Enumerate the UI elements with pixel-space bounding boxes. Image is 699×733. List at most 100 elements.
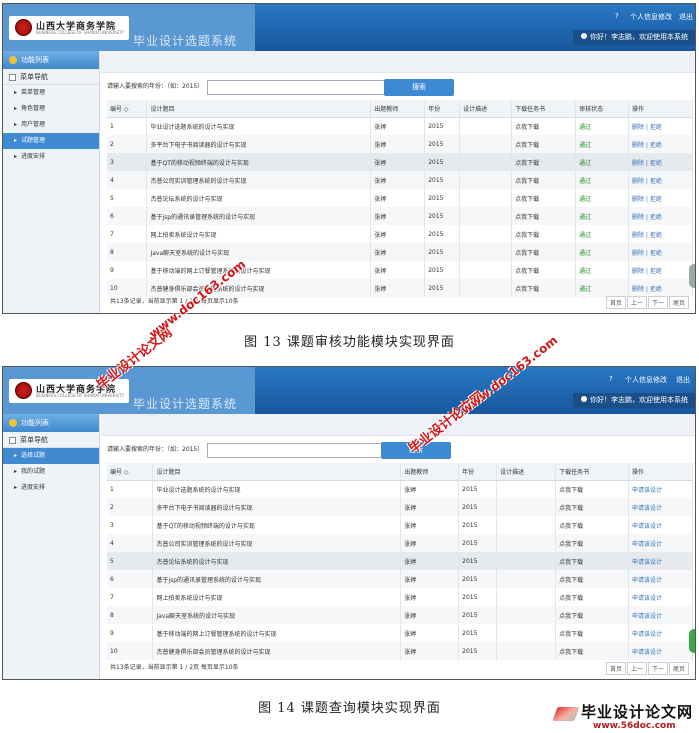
sidebar-item-schedule[interactable]: 进度安排 xyxy=(3,149,99,165)
logout-link[interactable]: 退出 xyxy=(679,12,693,22)
column-header: 年份 xyxy=(424,100,461,118)
menu-nav-title[interactable]: 菜单导航 xyxy=(3,432,99,448)
cell-action[interactable]: 申请该设计 xyxy=(628,498,694,516)
logout-link[interactable]: 退出 xyxy=(676,375,690,385)
search-input[interactable] xyxy=(207,442,386,458)
cell-action[interactable]: 申请该设计 xyxy=(628,552,694,570)
cell-id: 10 xyxy=(107,279,148,297)
cell-action[interactable]: 申请该设计 xyxy=(628,570,694,588)
profile-link[interactable]: 个人信息修改 xyxy=(625,375,667,385)
menu-nav-title[interactable]: 菜单导航 xyxy=(3,69,99,85)
cell-title: 杰普公司实训管理系统的设计与实现 xyxy=(152,534,402,552)
prev-page-button[interactable]: 上一 xyxy=(626,662,647,675)
cell-download[interactable]: 点我下载 xyxy=(555,552,629,570)
search-button[interactable]: 搜索 xyxy=(384,79,454,96)
sidebar-item-user-management[interactable]: 用户管理 xyxy=(3,117,99,133)
cell-action[interactable]: 删除 | 拒绝 xyxy=(628,243,693,261)
cell-status: 通过 xyxy=(575,279,630,297)
sidebar-item-role-management[interactable]: 角色管理 xyxy=(3,101,99,117)
cell-download[interactable]: 点我下载 xyxy=(555,642,629,660)
sidebar-item-schedule[interactable]: 进度安排 xyxy=(3,480,99,496)
column-header: 下载任务书 xyxy=(511,100,577,118)
sidebar-item-menu-management[interactable]: 菜单管理 xyxy=(3,85,99,101)
cell-download[interactable]: 点我下载 xyxy=(555,516,629,534)
cell-action[interactable]: 申请该设计 xyxy=(628,642,694,660)
cell-download[interactable]: 点我下载 xyxy=(555,588,629,606)
cell-download[interactable]: 点我下载 xyxy=(555,624,629,642)
cell-action[interactable]: 删除 | 拒绝 xyxy=(628,153,693,171)
cell-download[interactable]: 点我下载 xyxy=(511,189,577,207)
cell-action[interactable]: 申请该设计 xyxy=(628,534,694,552)
cell-desc xyxy=(496,624,557,642)
pen-icon xyxy=(552,707,580,721)
question-icon[interactable]: ? xyxy=(609,375,613,383)
cell-download[interactable]: 点我下载 xyxy=(555,570,629,588)
cell-action[interactable]: 申请该设计 xyxy=(628,588,694,606)
sidebar-item-topic-management[interactable]: 试题管理 xyxy=(3,133,99,149)
cell-download[interactable]: 点我下载 xyxy=(511,135,577,153)
cell-id: 5 xyxy=(107,552,154,570)
cell-download[interactable]: 点我下载 xyxy=(511,117,577,135)
first-page-button[interactable]: 首页 xyxy=(605,662,626,675)
profile-link[interactable]: 个人信息修改 xyxy=(630,12,672,22)
cell-teacher: 张婷 xyxy=(370,171,426,189)
cell-action[interactable]: 删除 | 拒绝 xyxy=(628,279,693,297)
cell-desc xyxy=(459,261,513,279)
cell-year: 2015 xyxy=(424,279,461,297)
cell-year: 2015 xyxy=(458,516,498,534)
cell-download[interactable]: 点我下载 xyxy=(511,225,577,243)
cell-action[interactable]: 申请该设计 xyxy=(628,624,694,642)
cell-action[interactable]: 删除 | 拒绝 xyxy=(628,189,693,207)
cell-download[interactable]: 点我下载 xyxy=(511,243,577,261)
first-page-button[interactable]: 首页 xyxy=(605,296,626,309)
prev-page-button[interactable]: 上一 xyxy=(626,296,647,309)
sidebar-item-my-topics[interactable]: 我的试题 xyxy=(3,464,99,480)
cell-action[interactable]: 删除 | 拒绝 xyxy=(628,207,693,225)
scroll-handle[interactable] xyxy=(689,629,695,653)
menu-nav-label: 菜单导航 xyxy=(20,73,48,81)
function-list-header[interactable]: 功能列表 xyxy=(3,51,99,69)
cell-download[interactable]: 点我下载 xyxy=(511,279,577,297)
cell-year: 2015 xyxy=(424,243,461,261)
function-list-header[interactable]: 功能列表 xyxy=(3,414,99,432)
cell-download[interactable]: 点我下载 xyxy=(511,207,577,225)
scroll-handle[interactable] xyxy=(689,264,695,288)
next-page-button[interactable]: 下一 xyxy=(647,662,668,675)
last-page-button[interactable]: 尾页 xyxy=(668,662,689,675)
cell-download[interactable]: 点我下载 xyxy=(555,480,629,498)
screenshot-topic-review: 山西大学商务学院 BUSINESS COLLEGE OF SHANXI UNIV… xyxy=(2,3,696,314)
sidebar-item-select-topic[interactable]: 选择试题 xyxy=(3,448,99,464)
cell-title: 多平台下电子书阅读器的设计与实现 xyxy=(146,135,372,153)
column-header[interactable]: 编号 ◇ xyxy=(107,463,154,481)
cell-action[interactable]: 删除 | 拒绝 xyxy=(628,171,693,189)
column-header: 出题教师 xyxy=(400,463,460,481)
cell-year: 2015 xyxy=(424,225,461,243)
cell-download[interactable]: 点我下载 xyxy=(555,534,629,552)
table-row: 1 毕业设计选题系统的设计与实现 张婷 2015 点我下载 申请该设计 xyxy=(107,480,694,498)
cell-download[interactable]: 点我下载 xyxy=(555,498,629,516)
cell-action[interactable]: 删除 | 拒绝 xyxy=(628,261,693,279)
cell-download[interactable]: 点我下载 xyxy=(511,153,577,171)
table-row: 3 基于QT的移动视频终端的设计与实现 张婷 2015 点我下载 申请该设计 xyxy=(107,516,694,534)
cell-download[interactable]: 点我下载 xyxy=(555,606,629,624)
cell-download[interactable]: 点我下载 xyxy=(511,261,577,279)
column-header[interactable]: 编号 ◇ xyxy=(107,100,148,118)
last-page-button[interactable]: 尾页 xyxy=(668,296,689,309)
cell-download[interactable]: 点我下载 xyxy=(511,171,577,189)
cell-action[interactable]: 删除 | 拒绝 xyxy=(628,135,693,153)
school-seal-icon xyxy=(15,19,32,36)
search-input[interactable] xyxy=(207,79,386,95)
table-header-row: 编号 ◇ 设计题目 出题教师 年份 设计描述 下载任务书 操作 xyxy=(107,463,694,481)
cell-action[interactable]: 删除 | 拒绝 xyxy=(628,117,693,135)
cell-id: 6 xyxy=(107,570,154,588)
cell-id: 4 xyxy=(107,534,154,552)
cell-title: 网上拍卖系统设计与实现 xyxy=(152,588,402,606)
cell-action[interactable]: 申请该设计 xyxy=(628,480,694,498)
search-label: 请输入要搜索的年份：（如：2015） xyxy=(107,83,204,90)
record-info: 共13条记录，当前显示第 1 / 2页 每页显示10条 xyxy=(110,664,239,671)
next-page-button[interactable]: 下一 xyxy=(647,296,668,309)
cell-action[interactable]: 删除 | 拒绝 xyxy=(628,225,693,243)
cell-action[interactable]: 申请该设计 xyxy=(628,516,694,534)
question-icon[interactable]: ? xyxy=(615,12,619,20)
cell-action[interactable]: 申请该设计 xyxy=(628,606,694,624)
